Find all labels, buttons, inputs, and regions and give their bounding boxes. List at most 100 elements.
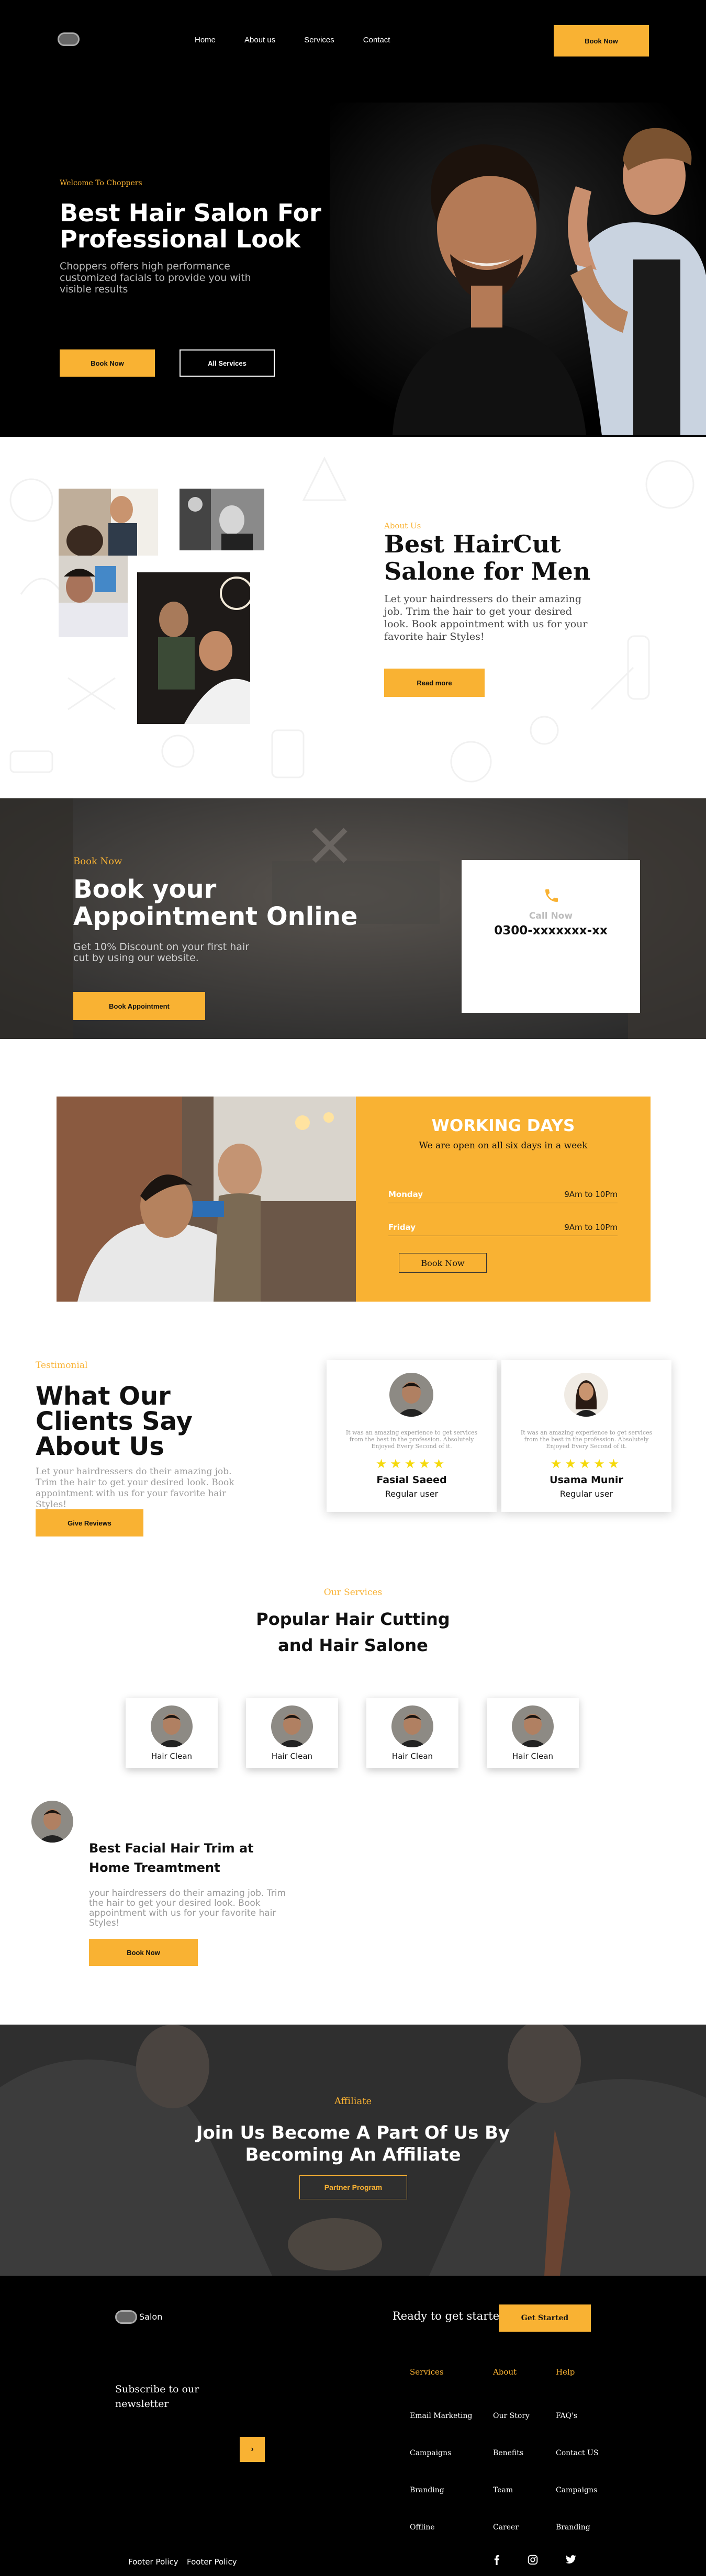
schedule-row: Friday 9Am to 10Pm [388, 1218, 618, 1236]
twitter-icon[interactable] [565, 2554, 577, 2566]
instagram-icon[interactable] [526, 2554, 539, 2566]
services-kicker: Our Services [323, 1587, 383, 1598]
about-section: About Us Best HairCut Salone for Men Let… [0, 437, 706, 793]
working-book-now-button[interactable]: Book Now [399, 1253, 487, 1273]
footer-link[interactable]: Benefits [493, 2449, 523, 2457]
services-title: Popular Hair Cutting and Hair Salone [0, 1606, 706, 1658]
review-text: It was an amazing experience to get serv… [345, 1429, 478, 1450]
ready-text: Ready to get started [393, 2310, 507, 2322]
reviewer-role: Regular user [385, 1489, 439, 1499]
feature-title: Best Facial Hair Trim at Home Treamtment [89, 1841, 254, 1875]
subscribe-send-button[interactable]: › [240, 2437, 265, 2462]
all-services-button[interactable]: All Services [180, 349, 275, 377]
service-label: Hair Clean [271, 1752, 313, 1761]
working-days-title: WORKING DAYS [431, 1116, 575, 1135]
review-text: It was an amazing experience to get serv… [520, 1429, 653, 1450]
service-card[interactable]: Hair Clean [366, 1698, 458, 1768]
service-card[interactable]: Hair Clean [246, 1698, 338, 1768]
nav-services[interactable]: Services [304, 36, 334, 44]
about-title: Best HairCut Salone for Men [384, 530, 591, 585]
service-card[interactable]: Hair Clean [487, 1698, 579, 1768]
footer-link[interactable]: Email Marketing [410, 2412, 472, 2420]
hero-section: Home About us Services Contact Book Now … [0, 0, 706, 437]
affiliate-kicker: Affiliate [334, 2096, 372, 2107]
about-photo-2 [59, 556, 128, 637]
phone-icon [545, 889, 558, 902]
read-more-button[interactable]: Read more [384, 669, 485, 697]
feature-text: your hairdressers do their amazing job. … [89, 1888, 286, 1928]
nav-book-now-button[interactable]: Book Now [554, 25, 649, 57]
book-appointment-button[interactable]: Book Appointment [73, 992, 205, 1020]
footer-column-help: Help [556, 2367, 575, 2377]
review-card: It was an amazing experience to get serv… [327, 1360, 497, 1512]
footer: Salon Ready to get started Get Started S… [0, 2276, 706, 2576]
phone-number[interactable]: 0300-xxxxxxx-xx [462, 924, 640, 937]
service-avatar [271, 1705, 313, 1747]
affiliate-title: Join Us Become A Part Of Us By Becoming … [0, 2122, 706, 2166]
footer-link[interactable]: FAQ's [556, 2412, 577, 2420]
hero-barber-photo [330, 103, 706, 435]
service-avatar [391, 1705, 433, 1747]
footer-column-services: Services [410, 2367, 444, 2377]
hero-subtitle: Choppers offers high performance customi… [60, 261, 251, 295]
footer-logo-text: Salon [139, 2312, 163, 2322]
service-label: Hair Clean [391, 1752, 433, 1761]
booking-title: Book your Appointment Online [73, 875, 358, 931]
star-rating: ★★★★★ [375, 1456, 448, 1471]
nav-contact[interactable]: Contact [363, 36, 390, 44]
footer-link[interactable]: Contact US [556, 2449, 598, 2457]
footer-link[interactable]: Campaigns [556, 2486, 597, 2494]
reviewer-role: Regular user [559, 1489, 613, 1499]
schedule-hours: 9Am to 10Pm [564, 1223, 618, 1232]
footer-link[interactable]: Our Story [493, 2412, 530, 2420]
service-card[interactable]: Hair Clean [126, 1698, 218, 1768]
about-text: Let your hairdressers do their amazing j… [384, 593, 588, 642]
review-card: It was an amazing experience to get serv… [501, 1360, 671, 1512]
feature-book-now-button[interactable]: Book Now [89, 1939, 198, 1966]
affiliate-title-line: Becoming An Affiliate [245, 2144, 461, 2165]
about-photo-3 [180, 489, 264, 550]
footer-link[interactable]: Career [493, 2523, 519, 2532]
booking-kicker: Book Now [73, 856, 122, 867]
services-title-line: Popular Hair Cutting [256, 1609, 450, 1629]
nav-about[interactable]: About us [244, 36, 275, 44]
reviewer-name: Fasial Saeed [376, 1474, 447, 1486]
footer-policy-link[interactable]: Footer Policy [187, 2557, 237, 2567]
schedule-day: Monday [388, 1190, 423, 1199]
get-started-button[interactable]: Get Started [499, 2304, 591, 2332]
feature-avatar [31, 1801, 73, 1843]
service-avatar [151, 1705, 193, 1747]
about-kicker: About Us [384, 521, 421, 530]
nav-home[interactable]: Home [195, 36, 216, 44]
footer-column-about: About [493, 2367, 517, 2377]
about-photo-1 [59, 489, 158, 556]
subscribe-label: Subscribe to our newsletter [115, 2383, 199, 2410]
working-days-photo [57, 1097, 356, 1302]
logo[interactable] [58, 32, 80, 46]
affiliate-section: Affiliate Join Us Become A Part Of Us By… [0, 2025, 706, 2276]
reviewer-avatar [564, 1373, 608, 1417]
booking-section: Book Now Book your Appointment Online Ge… [0, 798, 706, 1039]
facebook-icon[interactable] [490, 2554, 503, 2566]
testimonial-text: Let your hairdressers do their amazing j… [36, 1466, 234, 1510]
working-days-subtitle: We are open on all six days in a week [419, 1140, 588, 1151]
footer-link[interactable]: Branding [556, 2523, 590, 2532]
give-reviews-button[interactable]: Give Reviews [36, 1509, 143, 1536]
hero-book-now-button[interactable]: Book Now [60, 349, 155, 377]
affiliate-title-line: Join Us Become A Part Of Us By [196, 2122, 510, 2143]
footer-link[interactable]: Team [493, 2486, 513, 2494]
footer-column-title: Services [410, 2367, 444, 2377]
footer-logo[interactable] [115, 2310, 137, 2324]
footer-link[interactable]: Branding [410, 2486, 444, 2494]
schedule-day: Friday [388, 1223, 416, 1232]
reviewer-avatar [389, 1373, 433, 1417]
footer-link[interactable]: Campaigns [410, 2449, 451, 2457]
partner-program-button[interactable]: Partner Program [299, 2175, 407, 2199]
call-now-label: Call Now [529, 911, 573, 921]
footer-column-title: Help [556, 2367, 575, 2377]
footer-link[interactable]: Offline [410, 2523, 435, 2532]
working-days-card: WORKING DAYS We are open on all six days… [356, 1097, 651, 1302]
reviewer-name: Usama Munir [550, 1474, 623, 1486]
schedule-row: Monday 9Am to 10Pm [388, 1185, 618, 1203]
footer-policy-link[interactable]: Footer Policy [128, 2557, 178, 2567]
